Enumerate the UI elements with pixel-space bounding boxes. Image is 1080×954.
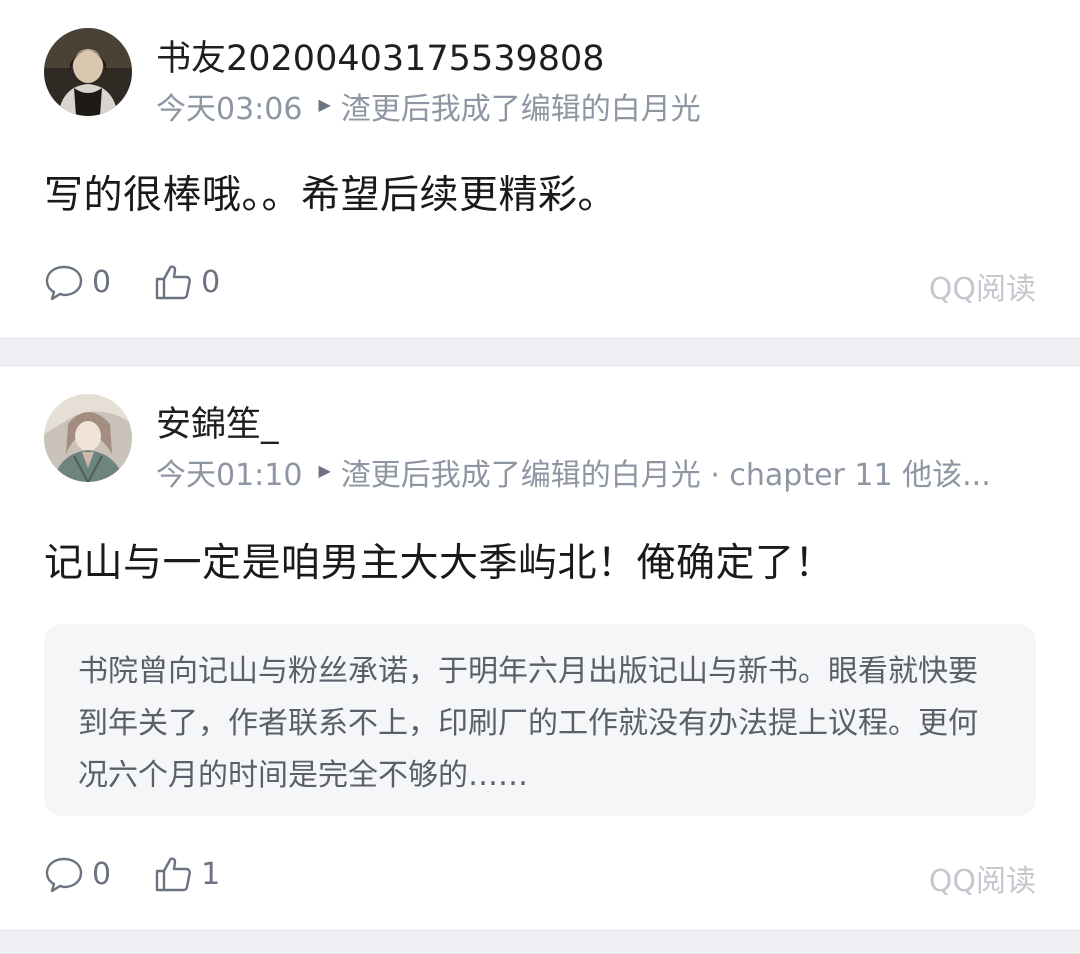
thumbs-up-icon xyxy=(155,265,191,300)
book-link[interactable]: 渣更后我成了编辑的白月光 xyxy=(341,84,701,128)
comment-text[interactable]: 记山与一定是咱男主大大季屿北！俺确定了！ xyxy=(44,532,834,588)
comment-time: 今天01:10 xyxy=(156,458,303,493)
comment-actions: 0 1 xyxy=(44,852,262,896)
comment-meta: 今天01:10 ▶ 渣更后我成了编辑的白月光 · chapter 11 他该..… xyxy=(156,450,991,494)
divider xyxy=(0,338,1080,366)
triangle-right-icon: ▶ xyxy=(318,460,331,480)
comment-bubble-icon xyxy=(45,857,83,893)
comment-text[interactable]: 写的很棒哦。。希望后续更精彩。 xyxy=(44,164,617,220)
comment-meta: 今天03:06 ▶ 渣更后我成了编辑的白月光 xyxy=(156,84,701,128)
comment-time: 今天03:06 xyxy=(156,92,303,127)
book-link[interactable]: 渣更后我成了编辑的白月光 · chapter 11 他该... xyxy=(341,450,991,494)
username[interactable]: 安錦笙_ xyxy=(156,396,279,447)
source-label: QQ阅读 xyxy=(928,272,1036,307)
thumbs-up-icon xyxy=(155,857,191,892)
avatar[interactable] xyxy=(44,28,132,116)
username[interactable]: 书友20200403175539808 xyxy=(156,30,605,81)
reply-count: 0 xyxy=(92,856,112,892)
divider xyxy=(0,930,1080,954)
source-label: QQ阅读 xyxy=(928,864,1036,899)
reply-button[interactable]: 0 xyxy=(44,854,111,894)
reply-button[interactable]: 0 xyxy=(44,262,111,302)
triangle-right-icon: ▶ xyxy=(318,94,331,114)
comment-actions: 0 0 xyxy=(44,260,262,304)
like-count: 1 xyxy=(201,856,221,892)
avatar[interactable] xyxy=(44,394,132,482)
quoted-excerpt[interactable]: 书院曾向记山与粉丝承诺，于明年六月出版记山与新书。眼看就快要到年关了，作者联系不… xyxy=(44,624,1036,816)
comment-card: 安錦笙_ 今天01:10 ▶ 渣更后我成了编辑的白月光 · chapter 11… xyxy=(0,366,1080,930)
comment-card: 书友20200403175539808 今天03:06 ▶ 渣更后我成了编辑的白… xyxy=(0,0,1080,338)
comment-feed: 书友20200403175539808 今天03:06 ▶ 渣更后我成了编辑的白… xyxy=(0,0,1080,954)
like-count: 0 xyxy=(201,264,221,300)
like-button[interactable]: 1 xyxy=(153,854,220,894)
reply-count: 0 xyxy=(92,264,112,300)
like-button[interactable]: 0 xyxy=(153,262,220,302)
comment-bubble-icon xyxy=(45,265,83,301)
